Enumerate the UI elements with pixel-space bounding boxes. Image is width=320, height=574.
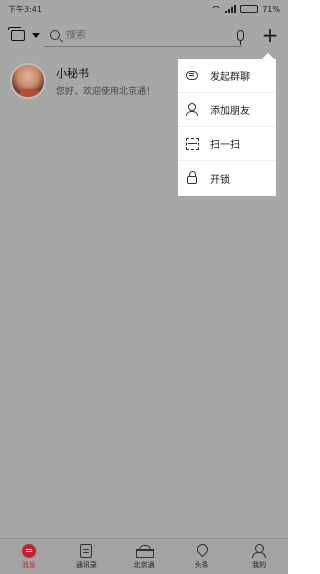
tab-news[interactable]: 头条 — [173, 539, 231, 574]
message-icon — [21, 543, 37, 559]
add-friend-icon — [184, 102, 200, 118]
menu-item-label: 发起群聊 — [210, 72, 250, 83]
menu-item-group-chat[interactable]: 发起群聊 — [178, 59, 276, 93]
news-icon — [194, 543, 210, 559]
search-underline — [44, 46, 242, 47]
bottom-tab-bar: 消息 通讯录 北京通 头条 我的 — [0, 538, 288, 574]
device-switch-button[interactable] — [6, 23, 30, 47]
chat-preview: 您好，欢迎使用北京通！ — [56, 87, 156, 97]
wifi-icon — [211, 5, 222, 13]
mic-icon[interactable] — [237, 29, 244, 45]
profile-icon — [251, 543, 267, 559]
menu-item-add-friend[interactable]: 添加朋友 — [178, 93, 276, 127]
chat-name: 小秘书 — [56, 67, 89, 80]
tab-contacts[interactable]: 通讯录 — [58, 539, 116, 574]
tab-beijing[interactable]: 北京通 — [115, 539, 173, 574]
tab-label: 消息 — [21, 561, 36, 569]
signal-icon — [225, 5, 237, 13]
menu-item-unlock[interactable]: 开锁 — [178, 161, 276, 195]
contacts-icon — [78, 543, 94, 559]
tab-label: 头条 — [194, 561, 209, 569]
popup-menu: 发起群聊 添加朋友 扫一扫 开锁 — [178, 59, 276, 196]
avatar — [10, 63, 46, 99]
search-icon — [50, 30, 60, 40]
search-bar[interactable] — [46, 22, 248, 48]
status-time: 下午3:41 — [8, 4, 42, 14]
battery-percent: 71% — [262, 4, 280, 14]
scan-icon — [184, 136, 200, 152]
tablet-icon — [8, 26, 25, 41]
caret-down-icon[interactable] — [32, 32, 40, 38]
group-chat-icon — [184, 68, 200, 84]
status-bar: 下午3:41 71% — [0, 0, 288, 18]
tab-label: 北京通 — [133, 561, 155, 569]
tab-messages[interactable]: 消息 — [0, 539, 58, 574]
status-icons: 71% — [211, 5, 280, 14]
tab-label: 我的 — [252, 561, 267, 569]
menu-item-label: 添加朋友 — [210, 106, 250, 117]
menu-item-label: 扫一扫 — [210, 140, 240, 151]
beijing-icon — [135, 543, 154, 559]
menu-item-label: 开锁 — [210, 174, 230, 186]
tab-profile[interactable]: 我的 — [230, 539, 288, 574]
menu-item-scan[interactable]: 扫一扫 — [178, 127, 276, 161]
plus-icon[interactable]: + — [258, 23, 282, 47]
lock-icon — [184, 170, 200, 186]
search-input[interactable] — [66, 29, 231, 41]
battery-icon — [240, 5, 259, 13]
tab-label: 通讯录 — [75, 561, 97, 569]
